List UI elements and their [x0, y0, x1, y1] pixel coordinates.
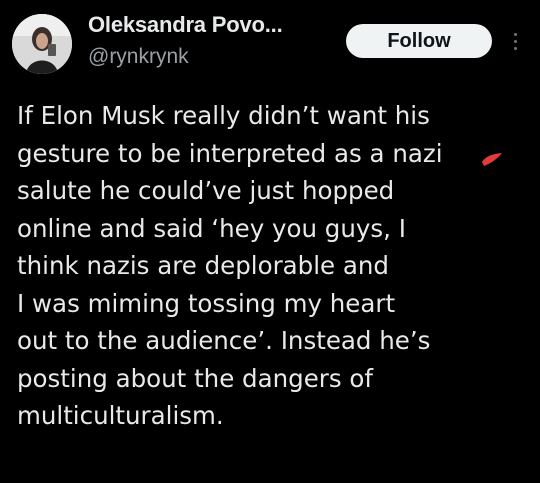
avatar-image [12, 14, 72, 74]
post-line: I was miming tossing my heart [17, 288, 396, 318]
post-line: think nazis are deplorable and [17, 251, 389, 280]
red-scribble-mark [482, 153, 502, 166]
vertical-ellipsis-icon[interactable] [508, 26, 522, 56]
post-line: posting about the dangers of [17, 363, 374, 393]
post-text: If Elon Musk really didn’t want his gest… [17, 97, 532, 435]
post-line: salute he could’ve just hopped [17, 176, 395, 205]
post-line: online and said ‘hey you guys, I [17, 213, 406, 243]
avatar[interactable] [12, 14, 72, 74]
post-line: multiculturalism. [17, 401, 224, 430]
post-line: out to the audience’. Instead he’s [17, 326, 431, 355]
display-name[interactable]: Oleksandra Povo... [88, 12, 283, 38]
post-line: If Elon Musk really didn’t want his [17, 101, 430, 130]
follow-button[interactable]: Follow [346, 24, 492, 58]
user-handle[interactable]: @rynkrynk [88, 45, 189, 69]
post-line: gesture to be interpreted as a nazi [17, 138, 443, 168]
post-card: Oleksandra Povo... @rynkrynk Follow If E… [0, 0, 540, 483]
